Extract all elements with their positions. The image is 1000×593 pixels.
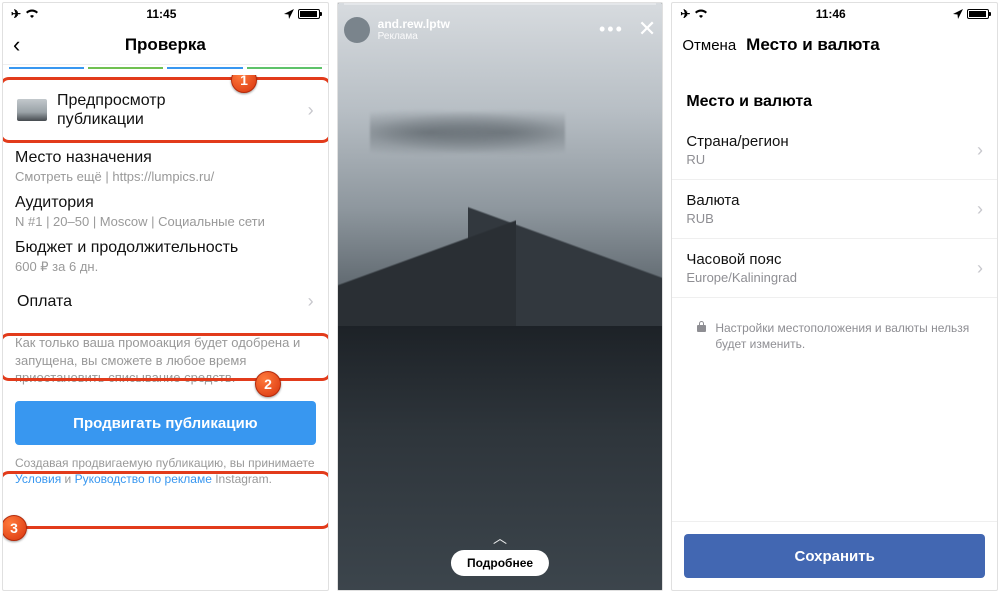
- audience-label: Аудитория: [15, 194, 316, 212]
- airplane-mode-icon: ✈︎: [680, 7, 690, 21]
- battery-icon: [298, 9, 320, 19]
- country-row[interactable]: Страна/регион RU ›: [672, 121, 997, 180]
- save-button[interactable]: Сохранить: [684, 534, 985, 578]
- close-icon[interactable]: ✕: [638, 16, 656, 42]
- story-sponsored-label: Реклама: [378, 31, 450, 42]
- header: Отмена Место и валюта: [672, 25, 997, 65]
- preview-thumbnail: [17, 99, 47, 121]
- story-username[interactable]: and.rew.lptw: [378, 17, 450, 31]
- callout-badge-3: 3: [3, 515, 27, 541]
- story-media[interactable]: and.rew.lptw Реклама ••• ✕ ︿ Подробнее: [338, 3, 663, 590]
- promote-button-label: Продвигать публикацию: [73, 415, 257, 432]
- currency-row[interactable]: Валюта RUB ›: [672, 180, 997, 239]
- avatar[interactable]: [344, 17, 370, 43]
- locked-settings-text: Настройки местоположения и валюты нельзя…: [715, 320, 973, 352]
- timezone-value: Europe/Kaliningrad: [686, 270, 797, 285]
- budget-label: Бюджет и продолжительность: [15, 239, 316, 257]
- country-value: RU: [686, 152, 788, 167]
- cancel-button[interactable]: Отмена: [682, 37, 736, 54]
- page-title: Место и валюта: [746, 35, 880, 55]
- story-header: and.rew.lptw Реклама ••• ✕: [344, 9, 657, 43]
- learn-more-button[interactable]: Подробнее: [451, 550, 549, 576]
- terms-text: Создавая продвигаемую публикацию, вы при…: [15, 455, 316, 487]
- audience-value: N #1 | 20–50 | Moscow | Социальные сети: [15, 214, 316, 229]
- preview-label-line2: публикации: [57, 110, 166, 129]
- battery-icon: [967, 9, 989, 19]
- screen-locale-currency: ✈︎ 11:46 Отмена Место и валюта Место и в…: [671, 2, 998, 591]
- airplane-mode-icon: ✈︎: [11, 7, 21, 21]
- screen-review: ✈︎ 11:45 ‹ Проверка Предпросмотр публика: [2, 2, 329, 591]
- preview-row[interactable]: Предпросмотр публикации ›: [15, 81, 316, 139]
- chevron-right-icon: ›: [977, 140, 983, 161]
- screen-story-preview: and.rew.lptw Реклама ••• ✕ ︿ Подробнее: [337, 2, 664, 591]
- chevron-right-icon: ›: [977, 199, 983, 220]
- terms-link-ad-guide[interactable]: Руководство по рекламе: [75, 472, 212, 486]
- currency-value: RUB: [686, 211, 739, 226]
- callout-badge-2: 2: [255, 371, 281, 397]
- budget-value: 600 ₽ за 6 дн.: [15, 259, 316, 275]
- section-header: Место и валюта: [672, 65, 997, 121]
- status-bar: ✈︎ 11:45: [3, 3, 328, 25]
- timezone-label: Часовой пояс: [686, 251, 797, 268]
- save-button-label: Сохранить: [795, 548, 875, 565]
- currency-label: Валюта: [686, 192, 739, 209]
- chevron-right-icon: ›: [977, 258, 983, 279]
- progress-segments: [3, 65, 328, 75]
- wifi-icon: [25, 9, 39, 19]
- story-progress: [344, 3, 657, 5]
- learn-more-label: Подробнее: [467, 556, 533, 570]
- back-button[interactable]: ‹: [13, 32, 20, 58]
- chevron-up-icon: ︿: [493, 528, 507, 548]
- page-title: Проверка: [125, 35, 206, 55]
- wifi-icon: [694, 9, 708, 19]
- destination-value: Смотреть ещё | https://lumpics.ru/: [15, 169, 316, 184]
- promote-button[interactable]: Продвигать публикацию: [15, 401, 316, 445]
- location-icon: [284, 9, 294, 19]
- payment-row[interactable]: Оплата ›: [15, 275, 316, 322]
- clock: 11:46: [816, 7, 846, 21]
- story-cta[interactable]: ︿ Подробнее: [451, 528, 549, 576]
- status-bar: ✈︎ 11:46: [672, 3, 997, 25]
- timezone-row[interactable]: Часовой пояс Europe/Kaliningrad ›: [672, 239, 997, 298]
- chevron-right-icon: ›: [308, 291, 314, 312]
- preview-label-line1: Предпросмотр: [57, 91, 166, 110]
- location-icon: [953, 9, 963, 19]
- footer: Сохранить: [672, 521, 997, 590]
- chevron-right-icon: ›: [308, 100, 314, 121]
- destination-label: Место назначения: [15, 149, 316, 167]
- terms-link-conditions[interactable]: Условия: [15, 472, 61, 486]
- country-label: Страна/регион: [686, 133, 788, 150]
- header: ‹ Проверка: [3, 25, 328, 65]
- payment-label: Оплата: [17, 292, 72, 311]
- lock-icon: [696, 320, 707, 336]
- clock: 11:45: [146, 7, 176, 21]
- locked-settings-note: Настройки местоположения и валюты нельзя…: [672, 298, 997, 374]
